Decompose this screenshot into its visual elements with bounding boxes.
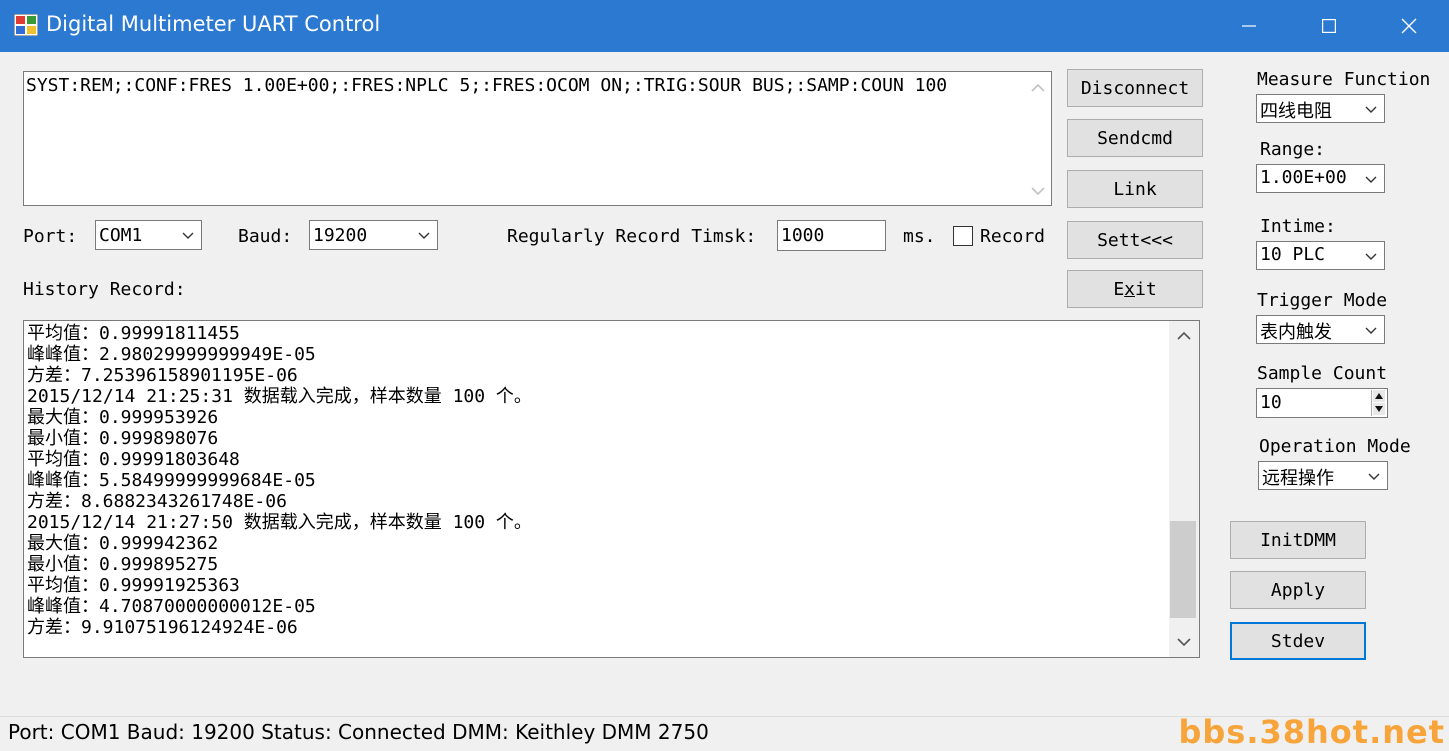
maximize-button[interactable]	[1289, 0, 1369, 52]
exit-button[interactable]: Ex it	[1067, 270, 1203, 308]
close-button[interactable]	[1369, 0, 1449, 52]
measure-function-label: Measure Function	[1257, 69, 1431, 90]
timsk-value: 1000	[781, 225, 825, 246]
history-line: 平均值：0.99991803648	[27, 449, 240, 470]
chevron-down-icon	[1365, 106, 1377, 113]
intime-select[interactable]: 10 PLC	[1256, 241, 1385, 270]
record-label: Record	[980, 226, 1046, 247]
history-line: 平均值：0.99991925363	[27, 575, 240, 596]
command-input[interactable]: SYST:REM;:CONF:FRES 1.00E+00;:FRES:NPLC …	[23, 71, 1052, 206]
range-label: Range:	[1260, 139, 1326, 160]
apply-button[interactable]: Apply	[1230, 571, 1366, 609]
scroll-up-icon[interactable]	[1177, 331, 1191, 341]
title-bar: Digital Multimeter UART Control	[0, 0, 1449, 52]
app-icon	[14, 14, 38, 36]
exit-label-prefix: E	[1113, 278, 1125, 300]
spin-up-icon[interactable]	[1373, 390, 1385, 402]
exit-mnemonic: x	[1124, 278, 1135, 300]
scroll-thumb[interactable]	[1170, 521, 1196, 618]
chevron-down-icon	[182, 232, 194, 239]
status-text: Port: COM1 Baud: 19200 Status: Connected…	[8, 720, 709, 744]
timsk-label: Regularly Record Timsk:	[507, 226, 757, 247]
history-line: 平均值：0.99991811455	[27, 323, 240, 344]
history-label: History Record:	[23, 279, 186, 300]
trigger-mode-select[interactable]: 表内触发	[1256, 315, 1385, 344]
intime-label: Intime:	[1260, 216, 1336, 237]
chevron-down-icon	[418, 232, 430, 239]
spin-buttons	[1371, 390, 1386, 416]
command-scrollbar[interactable]	[1025, 72, 1051, 205]
window-title: Digital Multimeter UART Control	[46, 12, 381, 36]
minimize-icon	[1242, 25, 1256, 27]
trigger-mode-label: Trigger Mode	[1257, 290, 1388, 311]
chevron-down-icon	[1365, 327, 1377, 334]
status-bar: Port: COM1 Baud: 19200 Status: Connected…	[0, 713, 1449, 751]
baud-select[interactable]: 19200	[309, 220, 438, 250]
link-button[interactable]: Link	[1067, 170, 1203, 208]
chevron-down-icon	[1365, 176, 1377, 183]
history-line: 2015/12/14 21:25:31 数据载入完成，样本数量 100 个。	[27, 386, 532, 407]
minimize-button[interactable]	[1209, 0, 1289, 52]
operation-mode-label: Operation Mode	[1259, 436, 1411, 457]
stdev-button[interactable]: Stdev	[1230, 622, 1366, 660]
operation-mode-select[interactable]: 远程操作	[1258, 461, 1388, 490]
baud-value: 19200	[313, 225, 368, 246]
measure-function-value: 四线电阻	[1260, 101, 1332, 122]
history-line: 方差：8.6882343261748E-06	[27, 491, 287, 512]
history-line: 最小值：0.999898076	[27, 428, 219, 449]
port-label: Port:	[23, 226, 78, 247]
history-line: 峰峰值：4.70870000000012E-05	[27, 596, 316, 617]
history-line: 最大值：0.999942362	[27, 533, 219, 554]
port-select[interactable]: COM1	[95, 220, 202, 250]
timsk-input[interactable]: 1000	[777, 220, 886, 251]
trigger-mode-value: 表内触发	[1260, 322, 1332, 343]
scroll-up-icon	[1031, 83, 1045, 92]
sample-count-label: Sample Count	[1257, 363, 1388, 384]
intime-value: 10 PLC	[1260, 244, 1326, 265]
disconnect-button[interactable]: Disconnect	[1067, 69, 1203, 107]
spin-down-icon[interactable]	[1373, 403, 1385, 415]
operation-mode-value: 远程操作	[1262, 468, 1334, 489]
watermark: bbs.38hot.net	[1178, 713, 1445, 751]
history-line: 峰峰值：5.58499999999684E-05	[27, 470, 316, 491]
record-checkbox[interactable]	[953, 226, 973, 246]
command-text: SYST:REM;:CONF:FRES 1.00E+00;:FRES:NPLC …	[26, 75, 948, 96]
history-line: 方差：7.25396158901195E-06	[27, 365, 298, 386]
history-lines: 平均值：0.99991811455 峰峰值：2.98029999999949E-0…	[27, 323, 532, 638]
close-icon	[1401, 18, 1417, 34]
sample-count-stepper[interactable]: 10	[1256, 388, 1388, 418]
maximize-icon	[1322, 19, 1336, 33]
sett-button[interactable]: Sett<<<	[1067, 221, 1203, 259]
history-line: 最小值：0.999895275	[27, 554, 219, 575]
ms-label: ms.	[903, 226, 936, 247]
port-value: COM1	[99, 225, 143, 246]
history-line: 方差：9.91075196124924E-06	[27, 617, 298, 638]
history-textbox[interactable]: 平均值：0.99991811455 峰峰值：2.98029999999949E-0…	[23, 320, 1200, 658]
sample-count-value: 10	[1260, 392, 1282, 413]
history-line: 峰峰值：2.98029999999949E-05	[27, 344, 316, 365]
baud-label: Baud:	[238, 226, 293, 247]
scroll-down-icon[interactable]	[1177, 637, 1191, 647]
chevron-down-icon	[1368, 473, 1380, 480]
history-line: 2015/12/14 21:27:50 数据载入完成，样本数量 100 个。	[27, 512, 532, 533]
history-line: 最大值：0.999953926	[27, 407, 219, 428]
range-value: 1.00E+00	[1260, 167, 1347, 188]
exit-label-suffix: it	[1135, 278, 1157, 300]
chevron-down-icon	[1365, 253, 1377, 260]
initdmm-button[interactable]: InitDMM	[1230, 521, 1366, 559]
range-select[interactable]: 1.00E+00	[1256, 164, 1385, 193]
history-scrollbar[interactable]	[1169, 321, 1199, 657]
sendcmd-button[interactable]: Sendcmd	[1067, 119, 1203, 157]
scroll-down-icon	[1031, 187, 1045, 196]
client-area: SYST:REM;:CONF:FRES 1.00E+00;:FRES:NPLC …	[0, 52, 1449, 716]
measure-function-select[interactable]: 四线电阻	[1256, 94, 1385, 123]
